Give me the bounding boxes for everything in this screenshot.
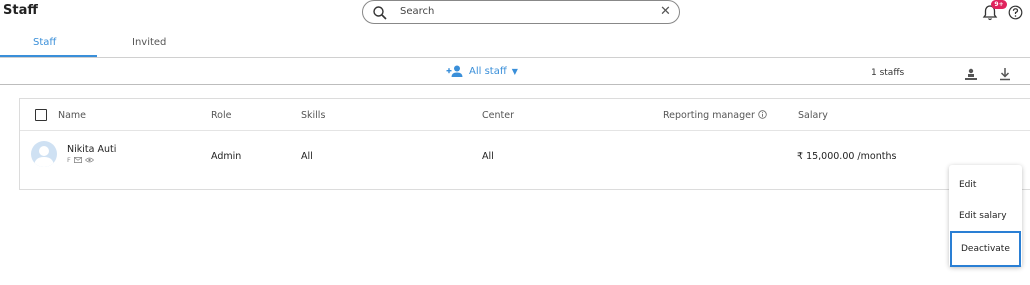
page-title: Staff — [3, 3, 38, 18]
staff-salary: ₹ 15,000.00 /months — [797, 151, 897, 162]
row-actions-menu: Edit Edit salary Deactivate — [949, 165, 1022, 267]
chevron-down-icon: ▼ — [511, 66, 518, 76]
column-header-salary[interactable]: Salary — [798, 110, 828, 121]
tab-divider — [0, 57, 1030, 58]
add-user-icon — [446, 65, 463, 77]
edit-menu-item[interactable]: Edit — [949, 169, 1022, 201]
toolbar-divider — [0, 84, 1030, 85]
edit-salary-menu-item[interactable]: Edit salary — [949, 200, 1022, 232]
table-header: Name Role Skills Center Reporting manage… — [20, 99, 1030, 131]
help-icon[interactable] — [1008, 5, 1023, 20]
info-icon[interactable] — [758, 110, 767, 119]
eye-icon[interactable] — [84, 157, 94, 163]
notification-badge: 9+ — [991, 0, 1007, 9]
staff-count: 1 staffs — [871, 68, 905, 78]
staff-filter-dropdown[interactable]: All staff ▼ — [446, 64, 518, 78]
staff-skills: All — [301, 151, 313, 162]
column-header-center[interactable]: Center — [482, 110, 514, 121]
search-box[interactable]: Search ✕ — [362, 0, 680, 24]
avatar — [31, 141, 57, 167]
mail-icon[interactable] — [73, 157, 82, 163]
select-all-checkbox[interactable] — [35, 109, 47, 121]
staff-center: All — [482, 151, 494, 162]
column-header-skills[interactable]: Skills — [301, 110, 325, 121]
deactivate-menu-item[interactable]: Deactivate — [950, 231, 1021, 267]
user-silhouette-icon — [34, 146, 54, 167]
staff-role: Admin — [211, 151, 242, 162]
team-icon[interactable] — [964, 67, 978, 81]
staff-table: Name Role Skills Center Reporting manage… — [19, 98, 1030, 190]
column-header-reporting-manager[interactable]: Reporting manager — [663, 110, 767, 121]
download-icon[interactable] — [998, 67, 1012, 81]
staff-filter-label: All staff — [469, 65, 507, 77]
column-header-role[interactable]: Role — [211, 110, 231, 121]
tab-staff[interactable]: Staff — [33, 37, 56, 48]
clear-search-icon[interactable]: ✕ — [660, 4, 671, 19]
search-input[interactable]: Search — [400, 6, 434, 17]
gender-label: F — [67, 156, 71, 164]
search-icon — [373, 6, 387, 20]
tab-invited[interactable]: Invited — [132, 37, 166, 48]
staff-name[interactable]: Nikita Auti — [67, 144, 116, 155]
column-header-name[interactable]: Name — [58, 110, 86, 121]
staff-meta: F — [67, 156, 94, 164]
column-header-reporting-manager-label: Reporting manager — [663, 110, 755, 121]
